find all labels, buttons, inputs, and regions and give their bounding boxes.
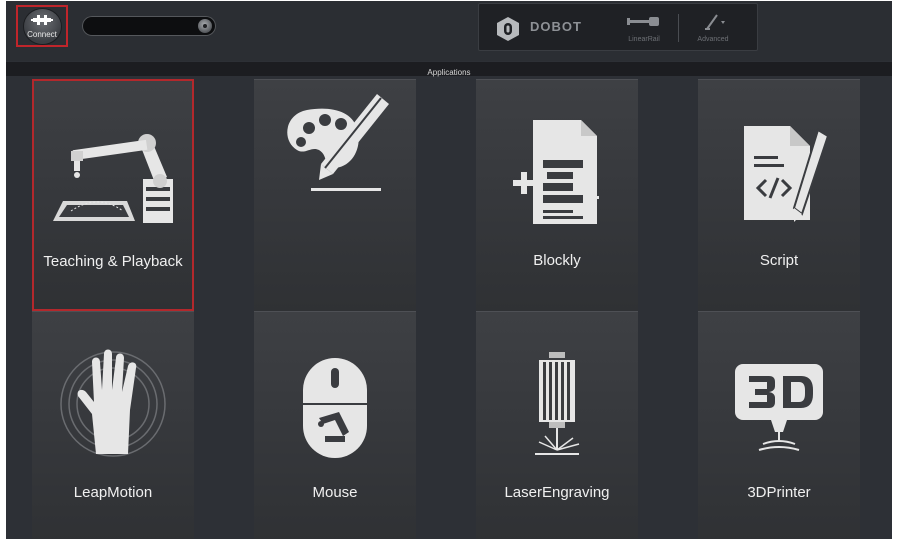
tile-label: Blockly — [533, 252, 581, 269]
tile-icon-wrap — [698, 116, 860, 236]
tile-icon-wrap — [254, 88, 416, 208]
connect-label: Connect — [27, 30, 57, 39]
top-toolbar: Connect DOBOT LinearRail Advanced — [6, 1, 892, 61]
tile-3d-printer[interactable]: 3DPrinter — [698, 311, 860, 539]
tile-label: LaserEngraving — [504, 484, 610, 501]
tile-icon-wrap — [34, 119, 192, 239]
tile-script[interactable]: Script — [698, 79, 860, 311]
tile-draw[interactable] — [254, 79, 416, 311]
tile-label: Script — [759, 252, 799, 269]
robot-arm-icon — [53, 134, 173, 223]
mouse-icon — [303, 358, 367, 458]
tile-icon-wrap — [476, 350, 638, 470]
advanced-tool-icon — [705, 14, 725, 30]
dropdown-knob-icon — [198, 19, 212, 33]
blockly-document-icon — [513, 120, 599, 224]
applications-header: Applications — [6, 62, 892, 77]
linear-rail-icon — [627, 17, 659, 26]
tile-teaching-playback[interactable]: Teaching & Playback — [32, 79, 194, 311]
advanced-button[interactable]: Advanced — [691, 12, 735, 48]
plug-icon — [31, 15, 53, 25]
tile-icon-wrap — [254, 352, 416, 472]
3d-printer-icon — [735, 364, 823, 451]
dobot-logo-icon — [497, 17, 519, 41]
panel-divider — [678, 14, 679, 42]
tile-icon-wrap — [698, 360, 860, 480]
laser-icon — [535, 352, 580, 455]
device-panel: DOBOT LinearRail Advanced — [478, 3, 758, 51]
tile-leapmotion[interactable]: LeapMotion — [32, 311, 194, 539]
tile-mouse[interactable]: Mouse — [254, 311, 416, 539]
palette-pencil-icon — [287, 94, 389, 191]
tile-blockly[interactable]: Blockly — [476, 79, 638, 311]
port-select[interactable] — [82, 16, 216, 36]
tile-label: Mouse — [312, 484, 358, 501]
tile-label: 3DPrinter — [747, 484, 811, 501]
script-document-icon — [744, 126, 830, 222]
hand-icon — [60, 349, 166, 457]
tile-icon-wrap — [476, 116, 638, 236]
connect-button[interactable]: Connect — [16, 5, 68, 47]
tile-label: Teaching & Playback — [43, 253, 183, 270]
tile-icon-wrap — [32, 344, 194, 464]
app-window: Connect DOBOT LinearRail Advanced Applic… — [6, 1, 892, 539]
linear-rail-button[interactable]: LinearRail — [619, 12, 669, 48]
advanced-label: Advanced — [697, 36, 729, 43]
section-title: Applications — [427, 68, 471, 77]
tile-laser-engraving[interactable]: LaserEngraving — [476, 311, 638, 539]
linear-rail-label: LinearRail — [628, 36, 660, 43]
brand-name: DOBOT — [530, 19, 582, 34]
tile-label: LeapMotion — [73, 484, 153, 501]
